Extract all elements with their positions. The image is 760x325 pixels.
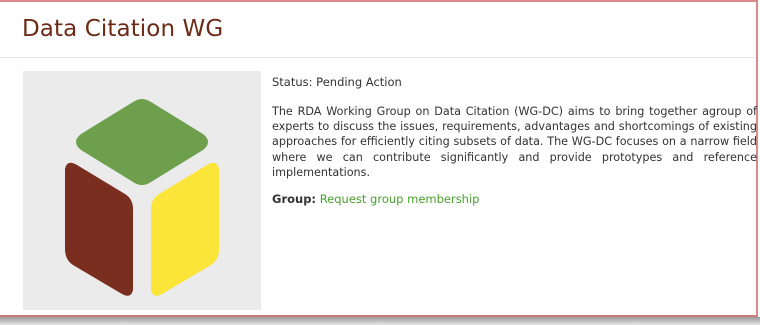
group-line: Group: Request group membership — [272, 192, 757, 207]
logo-left-face — [65, 162, 133, 296]
status-text: Status: Pending Action — [272, 75, 402, 89]
group-label: Group: — [272, 192, 317, 207]
page-title: Data Citation WG — [22, 16, 224, 42]
description-text: The RDA Working Group on Data Citation (… — [272, 105, 757, 179]
group-card: Data Citation WG Status: Pending Action … — [0, 0, 758, 317]
logo-right-face — [151, 162, 219, 296]
group-logo — [23, 71, 261, 310]
title-divider — [0, 57, 756, 58]
bottom-shadow — [0, 317, 760, 325]
group-details: Status: Pending Action The RDA Working G… — [272, 71, 757, 207]
logo-top-face — [76, 99, 208, 185]
request-membership-link[interactable]: Request group membership — [320, 192, 480, 206]
rda-cube-logo-icon — [65, 99, 219, 296]
